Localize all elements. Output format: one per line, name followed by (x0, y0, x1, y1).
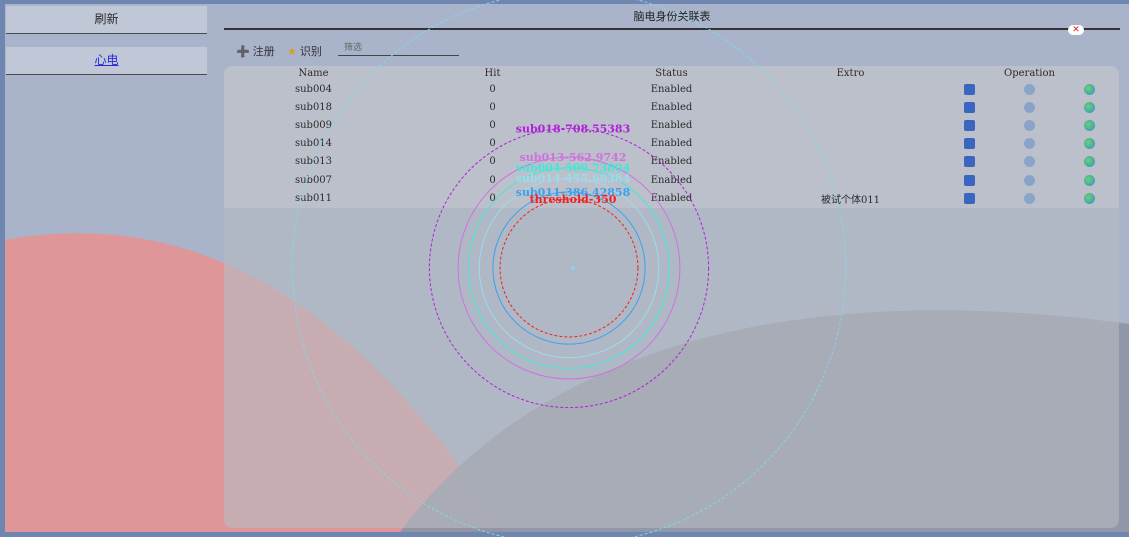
refresh-icon[interactable] (1023, 101, 1035, 113)
column-header-operation: Operation (1004, 67, 1055, 79)
table-row: sub004 0 Enabled (224, 80, 1119, 98)
close-button[interactable]: ✕ (1068, 25, 1084, 35)
cell-name: sub018 (294, 101, 333, 113)
cell-status: Enabled (650, 138, 693, 150)
star-icon: ★ (287, 44, 297, 58)
operation-buttons (940, 138, 1119, 150)
edit-icon[interactable] (964, 138, 976, 150)
column-header-status: Status (655, 67, 688, 79)
cell-hit: 0 (489, 156, 496, 168)
edit-icon[interactable] (964, 119, 976, 131)
cell-extro (761, 171, 940, 189)
cell-extro (761, 153, 940, 171)
register-label: 注册 (252, 45, 275, 58)
plus-icon: ➕ (236, 44, 250, 58)
table-row: sub011 0 Enabled 被试个体011 (224, 189, 1119, 207)
globe-icon[interactable] (1083, 192, 1095, 204)
operation-buttons (940, 156, 1119, 168)
cell-extro (761, 116, 940, 134)
column-header-extro: Extro (836, 67, 865, 79)
operation-buttons (940, 192, 1119, 204)
cell-hit: 0 (489, 101, 496, 113)
table-row: sub007 0 Enabled (224, 171, 1119, 189)
column-header-name: Name (298, 67, 329, 79)
table-row: sub018 0 Enabled (224, 98, 1119, 116)
cell-operation (940, 153, 1119, 171)
operation-buttons (940, 101, 1119, 113)
operation-buttons (940, 119, 1119, 131)
globe-icon[interactable] (1083, 156, 1095, 168)
table-row: sub009 0 Enabled (224, 116, 1119, 134)
register-button[interactable]: ➕ 注册 (236, 43, 275, 59)
cell-hit: 0 (489, 119, 496, 131)
refresh-icon[interactable] (1023, 119, 1035, 131)
refresh-button[interactable]: 刷新 (6, 6, 207, 34)
cell-status: Enabled (650, 156, 693, 168)
ecg-link[interactable]: 心电 (6, 47, 207, 75)
table-row: sub014 0 Enabled (224, 135, 1119, 153)
cell-extro (761, 80, 940, 98)
table-header-row: Name Hit Status Extro Operation (224, 66, 1119, 80)
globe-icon[interactable] (1083, 101, 1095, 113)
page-title: 脑电身份关联表 (633, 10, 711, 23)
cell-hit: 0 (489, 83, 496, 95)
identify-button[interactable]: ★ 识别 (287, 43, 322, 59)
refresh-icon[interactable] (1023, 156, 1035, 168)
identity-table: Name Hit Status Extro Operation sub004 0 E… (224, 66, 1119, 207)
cell-operation (940, 189, 1119, 207)
cell-hit: 0 (489, 192, 496, 204)
edit-icon[interactable] (964, 156, 976, 168)
cell-status: Enabled (650, 174, 693, 186)
refresh-icon[interactable] (1023, 83, 1035, 95)
refresh-icon[interactable] (1023, 192, 1035, 204)
cell-extro: 被试个体011 (820, 194, 881, 206)
edit-icon[interactable] (964, 83, 976, 95)
title-divider (224, 28, 1120, 30)
cell-operation (940, 80, 1119, 98)
table-body: sub004 0 Enabled sub018 0 Enabled sub009 0 Enabl… (224, 80, 1119, 207)
refresh-icon[interactable] (1023, 138, 1035, 150)
cell-extro (761, 98, 940, 116)
column-header-hit: Hit (484, 67, 501, 79)
cell-status: Enabled (650, 192, 693, 204)
operation-buttons (940, 83, 1119, 95)
cell-status: Enabled (650, 83, 693, 95)
close-icon: ✕ (1072, 25, 1080, 35)
cell-hit: 0 (489, 138, 496, 150)
cell-name: sub013 (294, 156, 333, 168)
cell-name: sub011 (294, 192, 333, 204)
operation-buttons (940, 174, 1119, 186)
edit-icon[interactable] (964, 192, 976, 204)
edit-icon[interactable] (964, 174, 976, 186)
filter-input[interactable] (338, 41, 459, 56)
cell-name: sub009 (294, 119, 333, 131)
cell-operation (940, 135, 1119, 153)
cell-name: sub004 (294, 83, 333, 95)
cell-status: Enabled (650, 101, 693, 113)
identify-label: 识别 (299, 45, 322, 58)
refresh-icon[interactable] (1023, 174, 1035, 186)
cell-status: Enabled (650, 119, 693, 131)
globe-icon[interactable] (1083, 174, 1095, 186)
globe-icon[interactable] (1083, 83, 1095, 95)
edit-icon[interactable] (964, 101, 976, 113)
cell-operation (940, 98, 1119, 116)
globe-icon[interactable] (1083, 138, 1095, 150)
cell-name: sub014 (294, 138, 333, 150)
cell-operation (940, 116, 1119, 134)
cell-hit: 0 (489, 174, 496, 186)
globe-icon[interactable] (1083, 119, 1095, 131)
table-row: sub013 0 Enabled (224, 153, 1119, 171)
cell-extro (761, 135, 940, 153)
cell-operation (940, 171, 1119, 189)
cell-name: sub007 (294, 174, 333, 186)
